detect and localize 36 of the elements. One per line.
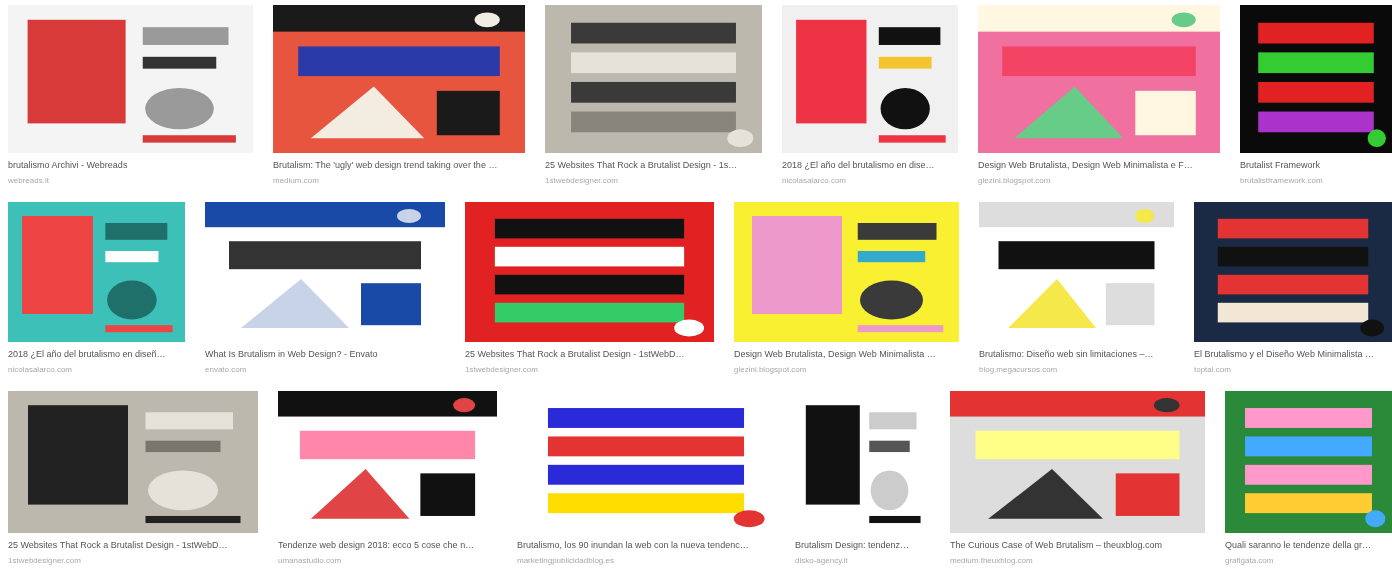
result-title[interactable]: 25 Websites That Rock a Brutalist Design - 1stWebD… bbox=[8, 539, 228, 551]
result-source: nicolasalarco.com bbox=[8, 364, 73, 375]
result-source: brutalistframework.com bbox=[1240, 175, 1323, 186]
result-source: glezini.blogspot.com bbox=[734, 364, 807, 375]
result-source: toptal.com bbox=[1194, 364, 1231, 375]
result-source: 1stwebdesigner.com bbox=[465, 364, 538, 375]
result-title[interactable]: The Curious Case of Web Brutalism – theuxblog.com bbox=[950, 539, 1162, 551]
result-source: webreads.it bbox=[8, 175, 49, 186]
result-source: medium.com bbox=[273, 175, 319, 186]
result-title[interactable]: Brutalismo: Diseño web sin limitaciones –… bbox=[979, 348, 1154, 360]
result-title[interactable]: El Brutalismo y el Diseño Web Minimalista … bbox=[1194, 348, 1374, 360]
result-title[interactable]: Design Web Brutalista, Design Web Minimalista … bbox=[734, 348, 936, 360]
result-title[interactable]: 2018 ¿El año del brutalismo en dise… bbox=[782, 159, 935, 171]
result-title[interactable]: Brutalismo, los 90 inundan la web con la nueva tendenc… bbox=[517, 539, 749, 551]
result-source: medium.theuxblog.com bbox=[950, 555, 1033, 566]
result-title[interactable]: Brutalism Design: tendenz… bbox=[795, 539, 910, 551]
result-source: 1stwebdesigner.com bbox=[545, 175, 618, 186]
result-source: marketingpublicidadblog.es bbox=[517, 555, 614, 566]
result-source: umanastudio.com bbox=[278, 555, 342, 566]
result-title[interactable]: 25 Websites That Rock a Brutalist Design - 1stWebD… bbox=[465, 348, 685, 360]
result-source: blog.megacursos.com bbox=[979, 364, 1058, 375]
result-title[interactable]: Brutalist Framework bbox=[1240, 159, 1320, 171]
result-title[interactable]: 2018 ¿El año del brutalismo en diseñ… bbox=[8, 348, 166, 360]
result-title[interactable]: Brutalism: The 'ugly' web design trend taking over the … bbox=[273, 159, 498, 171]
result-source: envato.com bbox=[205, 364, 247, 375]
result-title[interactable]: Quali saranno le tendenze della gr… bbox=[1225, 539, 1372, 551]
result-title[interactable]: Tendenze web design 2018: ecco 5 cose che n… bbox=[278, 539, 475, 551]
result-source: 1stwebdesigner.com bbox=[8, 555, 81, 566]
result-title[interactable]: What Is Brutalism in Web Design? - Envato bbox=[205, 348, 378, 360]
result-source: nicolasalarco.com bbox=[782, 175, 847, 186]
result-title[interactable]: 25 Websites That Rock a Brutalist Design - 1s… bbox=[545, 159, 738, 171]
result-source: disko-agency.it bbox=[795, 555, 848, 566]
result-source: glezini.blogspot.com bbox=[978, 175, 1051, 186]
result-title[interactable]: Design Web Brutalista, Design Web Minimalista e F… bbox=[978, 159, 1193, 171]
result-source: grafigata.com bbox=[1225, 555, 1274, 566]
result-title[interactable]: brutalismo Archivi - Webreads bbox=[8, 159, 128, 171]
